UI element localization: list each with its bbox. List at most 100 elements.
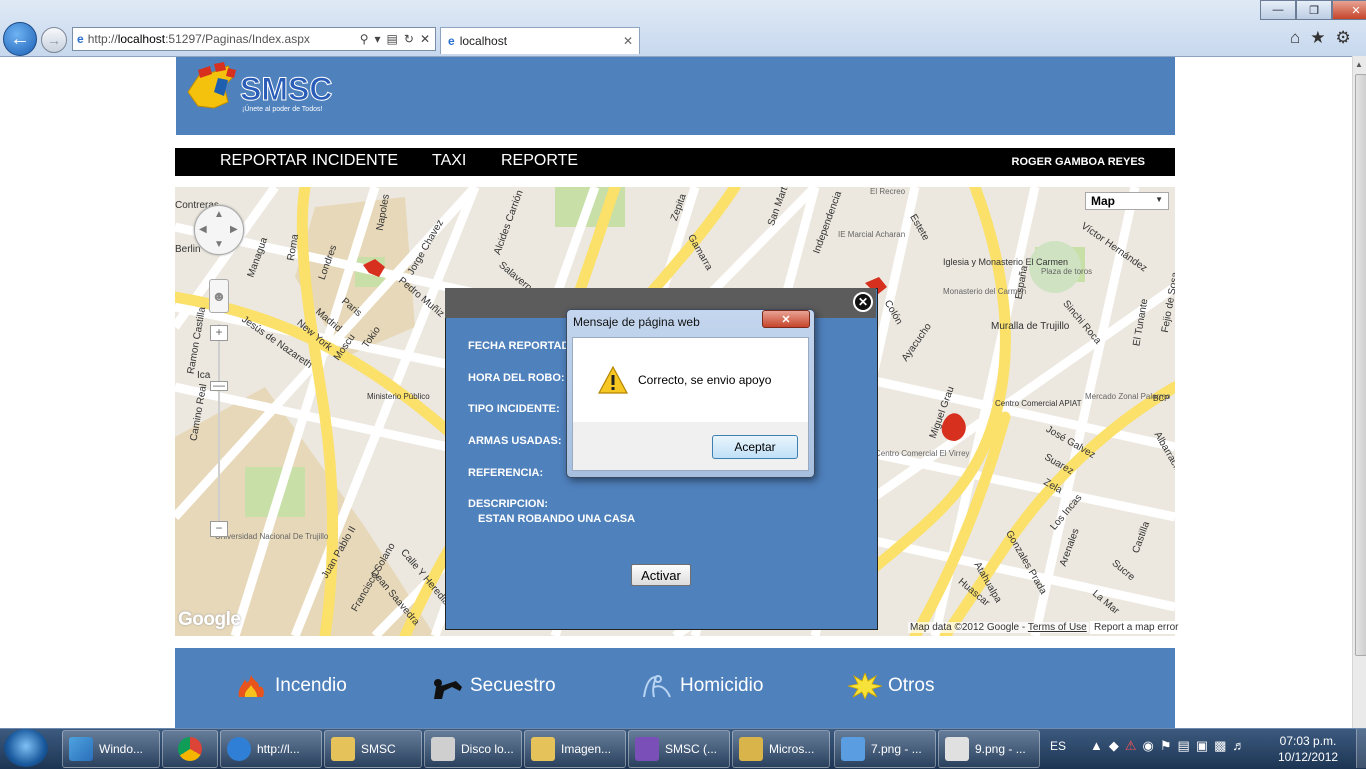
pan-left-icon[interactable]: ◀ (199, 224, 207, 235)
zoom-out-button[interactable]: − (210, 521, 228, 537)
zoom-in-button[interactable]: + (210, 325, 228, 341)
taskbar-item[interactable]: Micros... (732, 730, 830, 768)
svg-text:¡Únete al poder de Todos!: ¡Únete al poder de Todos! (242, 104, 322, 113)
tray-arrow-icon[interactable]: ▲ (1090, 738, 1103, 754)
compatibility-icon[interactable]: ▤ (387, 32, 398, 46)
pan-down-icon[interactable]: ▼ (214, 239, 224, 250)
stop-icon[interactable]: ✕ (420, 32, 430, 46)
taskbar-item[interactable]: Imagen... (524, 730, 626, 768)
tools-icon (739, 737, 763, 761)
map-type-value: Map (1091, 194, 1115, 208)
nav-taxi[interactable]: TAXI (432, 152, 466, 170)
forward-button[interactable]: → (41, 27, 67, 53)
homicide-icon (643, 675, 671, 698)
map-type-selector[interactable]: Map ▼ (1085, 192, 1169, 210)
volume-icon[interactable]: ♬ (1232, 738, 1245, 754)
category-otros[interactable]: Otros (848, 673, 934, 699)
signal-icon[interactable]: ▩ (1214, 738, 1226, 754)
image-viewer-icon (841, 737, 865, 761)
taskbar-item[interactable]: 9.png - ... (938, 730, 1040, 768)
category-secuestro[interactable]: Secuestro (430, 673, 556, 699)
taskbar-item[interactable]: SMSC (... (628, 730, 730, 768)
map-attribution: Map data ©2012 Google - Terms of Use (908, 622, 1089, 633)
tab-close-icon[interactable]: ✕ (623, 34, 633, 48)
activar-button[interactable]: Activar (631, 564, 691, 586)
pan-right-icon[interactable]: ▶ (230, 224, 238, 235)
back-button[interactable]: ← (3, 22, 37, 56)
refresh-icon[interactable]: ↻ (404, 32, 414, 46)
aceptar-button[interactable]: Aceptar (712, 435, 798, 459)
zoom-slider-handle[interactable]: — (210, 379, 228, 391)
minimize-button[interactable]: — (1260, 0, 1296, 20)
panel-close-icon[interactable]: ✕ (853, 292, 873, 312)
field-descripcion-label: DESCRIPCION: (468, 498, 549, 510)
taskbar-item[interactable]: Windo... (62, 730, 160, 768)
address-url: http://localhost:51297/Paginas/Index.asp… (87, 32, 310, 46)
nav-reporte[interactable]: REPORTE (501, 152, 578, 170)
alert-icon[interactable]: ⚠ (1125, 738, 1137, 754)
taskbar-item[interactable]: http://l... (220, 730, 322, 768)
vertical-scrollbar[interactable]: ▲ (1352, 56, 1366, 728)
address-bar[interactable]: e http://localhost:51297/Paginas/Index.a… (72, 27, 436, 51)
back-arrow-icon: ← (10, 27, 30, 50)
network-app-icon[interactable]: ◉ (1143, 738, 1154, 754)
map-label: Centro Comercial APIAT (995, 399, 1082, 408)
home-icon[interactable]: ⌂ (1290, 28, 1300, 48)
favorites-star-icon[interactable]: ★ (1310, 28, 1325, 48)
ie-page-icon: e (77, 32, 84, 46)
start-button[interactable] (4, 729, 48, 767)
tab-title: localhost (459, 34, 508, 48)
folder-icon (531, 737, 555, 761)
taskbar-item[interactable]: SMSC (324, 730, 422, 768)
show-desktop-button[interactable] (1356, 729, 1366, 768)
scroll-up-icon[interactable]: ▲ (1355, 60, 1363, 69)
action-center-flag-icon[interactable]: ⚑ (1160, 738, 1172, 754)
category-label: Otros (888, 675, 935, 696)
taskbar-item[interactable]: Disco lo... (424, 730, 522, 768)
browser-tab[interactable]: e localhost ✕ (440, 27, 640, 54)
terms-of-use-link[interactable]: Terms of Use (1028, 622, 1087, 633)
field-hora-label: HORA DEL ROBO: (468, 372, 565, 384)
map-label: El Recreo (870, 187, 906, 196)
street-view-pegman-icon[interactable]: ☻ (209, 279, 229, 313)
dropbox-icon[interactable]: ◆ (1109, 738, 1119, 754)
search-icon[interactable]: ⚲ (360, 32, 369, 46)
category-label: Incendio (275, 675, 347, 696)
disk-drive-icon (431, 737, 455, 761)
taskbar-item-label: 9.png - ... (975, 742, 1026, 756)
windows-live-icon (69, 737, 93, 761)
taskbar-item-label: http://l... (257, 742, 300, 756)
map-pan-control[interactable]: ▲ ▼ ◀ ▶ (194, 205, 244, 255)
category-label: Homicidio (680, 675, 764, 696)
taskbar-item-chrome[interactable] (162, 730, 218, 768)
category-homicidio[interactable]: Homicidio (640, 673, 763, 699)
report-map-error-link[interactable]: Report a map error (1090, 621, 1183, 634)
pan-up-icon[interactable]: ▲ (214, 209, 224, 220)
visual-studio-icon (635, 737, 659, 761)
dialog-message: Correcto, se envio apoyo (638, 373, 772, 387)
map-label: Centro Comercial El Virrey (875, 449, 970, 458)
taskbar-item-label: Windo... (99, 742, 144, 756)
scroll-thumb[interactable] (1355, 74, 1366, 656)
system-clock[interactable]: 07:03 p.m. 10/12/2012 (1278, 733, 1338, 765)
taskbar-item[interactable]: 7.png - ... (834, 730, 936, 768)
chrome-icon (178, 737, 202, 761)
category-incendio[interactable]: Incendio (235, 673, 347, 699)
kidnap-icon (434, 679, 462, 699)
nav-reportar-incidente[interactable]: REPORTAR INCIDENTE (220, 152, 398, 170)
settings-gear-icon[interactable]: ⚙ (1336, 28, 1351, 48)
taskbar-item-label: SMSC (... (665, 742, 718, 756)
maximize-button[interactable]: ❐ (1296, 0, 1332, 20)
burst-icon (848, 673, 882, 699)
zoom-slider-track[interactable] (218, 324, 220, 536)
clock-date: 10/12/2012 (1278, 750, 1339, 764)
field-referencia-label: REFERENCIA: (468, 467, 544, 479)
language-indicator[interactable]: ES (1050, 739, 1066, 753)
usb-icon[interactable]: ▤ (1178, 738, 1190, 754)
dropdown-icon[interactable]: ▾ (375, 32, 381, 46)
taskbar-item-label: Disco lo... (461, 742, 514, 756)
window-close-button[interactable]: ✕ (1332, 0, 1366, 20)
display-icon[interactable]: ▣ (1196, 738, 1208, 754)
taskbar-item-label: Imagen... (561, 742, 612, 756)
dialog-close-button[interactable]: ✕ (762, 310, 810, 328)
